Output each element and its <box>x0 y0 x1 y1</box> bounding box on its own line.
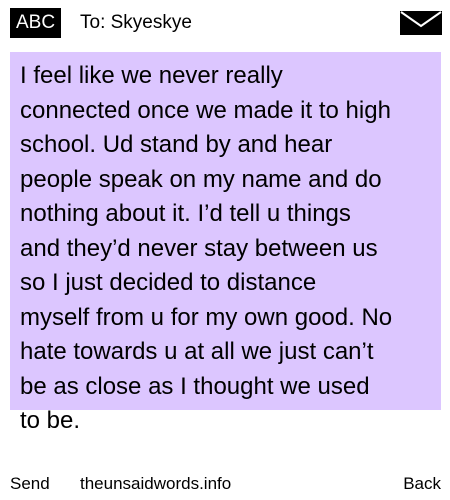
input-mode-badge: ABC <box>10 8 62 38</box>
back-button[interactable]: Back <box>403 473 441 495</box>
send-button[interactable]: Send <box>10 473 50 495</box>
site-watermark: theunsaidwords.info <box>80 474 232 493</box>
message-body[interactable]: I feel like we never really connected on… <box>20 59 440 439</box>
envelope-icon <box>400 11 442 35</box>
recipient-field[interactable]: To: Skyeskye <box>80 8 192 38</box>
